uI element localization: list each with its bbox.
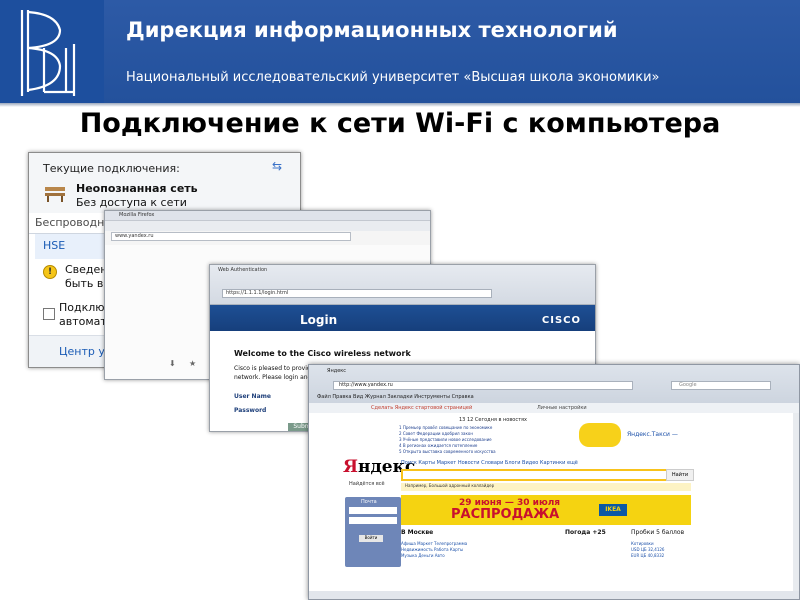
mail-login-title: Почта <box>361 499 377 505</box>
browser-chrome <box>210 265 595 305</box>
header-title: Дирекция информационных технологий <box>126 18 618 42</box>
yandex-browser-window: Яндекс http://www.yandex.ru Файл Правка … <box>308 364 800 600</box>
warning-icon: ! <box>43 265 57 279</box>
vertical-scrollbar[interactable] <box>793 413 799 599</box>
news-item[interactable]: 5 Открыта выставка современного искусств… <box>399 449 496 455</box>
tab-title[interactable]: Web Authentication <box>218 267 267 273</box>
search-hint: Например, Большой адронный коллайдер <box>401 483 691 491</box>
browser-search-placeholder: Google <box>679 382 697 388</box>
username-label: User Name <box>234 393 271 400</box>
city-label: В Москве <box>401 529 434 536</box>
weather-widget[interactable]: Погода +25 <box>565 529 606 536</box>
yandex-tagline: Найдётся всё <box>349 481 385 487</box>
header-subtitle: Национальный исследовательский университ… <box>126 70 660 85</box>
taxi-promo[interactable]: Яндекс.Такси — <box>627 431 678 438</box>
yandex-search-input[interactable] <box>401 469 691 481</box>
news-list: 1 Премьер провёл совещание по экономике … <box>399 425 496 455</box>
login-input[interactable] <box>349 507 397 514</box>
password-input[interactable] <box>349 517 397 524</box>
ikea-logo: IKEA <box>599 504 627 516</box>
quote-eur[interactable]: EUR ЦБ 40,8332 <box>631 553 664 559</box>
network-bench-icon <box>45 187 65 202</box>
taxi-car-icon <box>579 423 621 447</box>
news-tab[interactable]: 13 12 Сегодня в новостях <box>459 417 527 423</box>
refresh-icon[interactable]: ⇆ <box>272 159 282 173</box>
network-status: Без доступа к сети <box>76 196 187 209</box>
search-service-tabs[interactable]: Поиск Карты Маркет Новости Словари Блоги… <box>401 460 578 466</box>
sale-word: РАСПРОДАЖА <box>451 507 560 522</box>
header-shadow <box>0 103 800 107</box>
hse-network-name[interactable]: HSE <box>43 239 65 252</box>
download-icon[interactable]: ⬇ <box>169 359 176 368</box>
find-button[interactable]: Найти <box>666 469 694 481</box>
auto-connect-checkbox[interactable] <box>43 308 55 320</box>
personal-settings-link[interactable]: Личные настройки <box>537 405 587 411</box>
traffic-widget[interactable]: Пробки 5 баллов <box>631 529 684 536</box>
header-band: Дирекция информационных технологий Нацио… <box>104 0 800 103</box>
make-start-page-link[interactable]: Сделать Яндекс стартовой страницей <box>371 405 472 411</box>
logo-letter: Я <box>343 457 358 477</box>
login-title: Login <box>300 313 338 327</box>
services-row[interactable]: Музыка Деньги Авто <box>401 553 467 559</box>
hse-logo-icon <box>0 0 104 103</box>
tab-title[interactable]: Яндекс <box>327 368 346 374</box>
address-text: www.yandex.ru <box>115 233 154 239</box>
login-banner <box>210 305 595 331</box>
network-name: Неопознанная сеть <box>76 182 198 195</box>
menu-bar[interactable]: Файл Правка Вид Журнал Закладки Инструме… <box>317 394 474 400</box>
star-icon[interactable]: ★ <box>189 359 196 368</box>
menu-bar <box>105 221 430 231</box>
hse-logo <box>0 0 104 103</box>
current-connections-label: Текущие подключения: <box>43 162 180 175</box>
address-text: https://1.1.1.1/login.html <box>226 290 289 296</box>
quotes-widget: Котировки USD ЦБ 32,4126 EUR ЦБ 40,8332 <box>631 541 664 559</box>
window-title: Mozilla Firefox <box>119 212 155 218</box>
welcome-heading: Welcome to the Cisco wireless network <box>234 349 411 358</box>
cisco-logo: CISCO <box>541 315 581 326</box>
status-bar <box>309 591 799 599</box>
login-button[interactable]: Войти <box>359 535 383 542</box>
address-text: http://www.yandex.ru <box>339 382 393 388</box>
slide-title: Подключение к сети Wi-Fi с компьютера <box>79 108 721 139</box>
slide-header: Дирекция информационных технологий Нацио… <box>0 0 800 103</box>
wireless-section-label: Беспроводно <box>35 216 112 229</box>
password-label: Password <box>234 407 267 414</box>
services-list: Афиша Маркет Телепрограмма Недвижимость … <box>401 541 467 559</box>
